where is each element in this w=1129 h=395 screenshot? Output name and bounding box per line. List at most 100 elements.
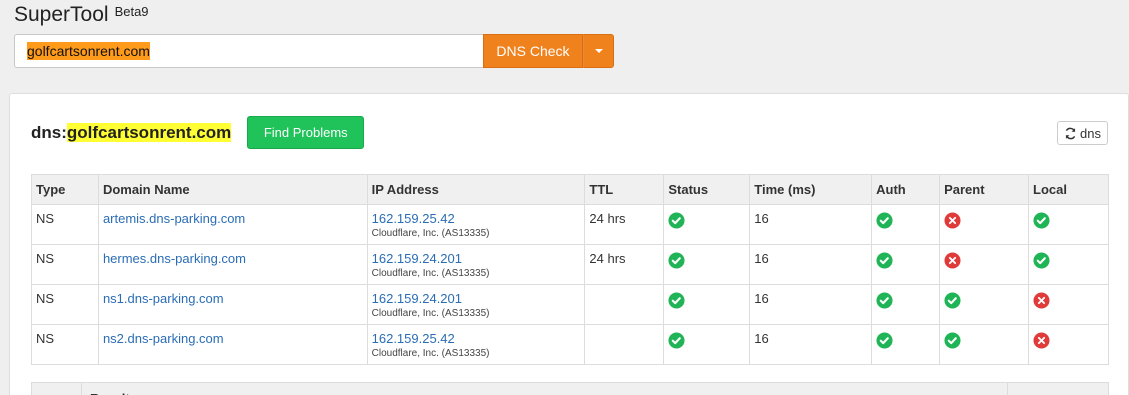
table-header-row: Type Domain Name IP Address TTL Status T… xyxy=(31,174,1109,205)
domain-cell: artemis.dns-parking.com xyxy=(97,204,368,245)
brand: SuperTool Beta9 xyxy=(14,2,149,28)
check-icon xyxy=(876,252,893,269)
time-cell: 16 xyxy=(749,324,873,365)
column-header: Domain Name xyxy=(97,174,368,205)
domain-link[interactable]: ns2.dns-parking.com xyxy=(103,331,224,346)
auth-cell xyxy=(871,204,941,245)
error-icon xyxy=(944,252,961,269)
status-cell xyxy=(663,244,751,285)
check-icon xyxy=(876,212,893,229)
time-cell: 16 xyxy=(749,244,873,285)
search-bar: golfcartsonrent.com DNS Check xyxy=(14,34,614,68)
dns-domain: golfcartsonrent.com xyxy=(66,122,232,142)
table-row: NS artemis.dns-parking.com 162.159.25.42… xyxy=(31,204,1109,245)
check-icon xyxy=(1033,252,1050,269)
ip-cell: 162.159.24.201 Cloudflare, Inc. (AS13335) xyxy=(366,284,586,325)
parent-cell xyxy=(939,244,1029,285)
record-type: NS xyxy=(31,244,99,285)
auth-cell xyxy=(871,324,941,365)
check-icon xyxy=(668,332,685,349)
local-cell xyxy=(1028,204,1109,245)
table-row: NS ns2.dns-parking.com 162.159.25.42 Clou… xyxy=(31,324,1109,365)
local-cell xyxy=(1028,284,1109,325)
auth-cell xyxy=(871,284,941,325)
check-icon xyxy=(668,212,685,229)
ip-link[interactable]: 162.159.24.201 xyxy=(372,251,462,266)
panel-header: dns:golfcartsonrent.com Find Problems xyxy=(31,116,365,149)
status-cell xyxy=(663,204,751,245)
results-column-blank xyxy=(32,383,82,395)
domain-link[interactable]: hermes.dns-parking.com xyxy=(103,251,246,266)
results-column-blank xyxy=(1008,383,1108,395)
column-header: Type xyxy=(31,174,99,205)
record-type: NS xyxy=(31,324,99,365)
domain-link[interactable]: artemis.dns-parking.com xyxy=(103,211,245,226)
column-header: TTL xyxy=(584,174,665,205)
version-badge: Beta9 xyxy=(114,4,149,19)
local-cell xyxy=(1028,244,1109,285)
status-cell xyxy=(663,324,751,365)
app-title: SuperTool xyxy=(14,3,109,26)
check-icon xyxy=(876,292,893,309)
error-icon xyxy=(1033,332,1050,349)
column-header: Parent xyxy=(939,174,1029,205)
record-type: NS xyxy=(31,284,99,325)
time-cell: 16 xyxy=(749,204,873,245)
column-header: IP Address xyxy=(366,174,586,205)
results-table-header: Result xyxy=(31,382,1109,395)
time-cell: 16 xyxy=(749,284,873,325)
domain-input[interactable]: golfcartsonrent.com xyxy=(14,34,483,68)
asn-label: Cloudflare, Inc. (AS13335) xyxy=(371,348,490,359)
ip-link[interactable]: 162.159.25.42 xyxy=(372,331,455,346)
error-icon xyxy=(1033,292,1050,309)
column-header: Time (ms) xyxy=(749,174,873,205)
parent-cell xyxy=(939,324,1029,365)
table-row: NS ns1.dns-parking.com 162.159.24.201 Clo… xyxy=(31,284,1109,325)
local-cell xyxy=(1028,324,1109,365)
asn-label: Cloudflare, Inc. (AS13335) xyxy=(371,308,490,319)
ip-cell: 162.159.24.201 Cloudflare, Inc. (AS13335) xyxy=(366,244,586,285)
ip-cell: 162.159.25.42 Cloudflare, Inc. (AS13335) xyxy=(366,204,586,245)
asn-label: Cloudflare, Inc. (AS13335) xyxy=(371,228,490,239)
check-icon xyxy=(944,292,961,309)
domain-cell: hermes.dns-parking.com xyxy=(97,244,368,285)
column-header: Local xyxy=(1028,174,1109,205)
column-header: Auth xyxy=(871,174,941,205)
asn-label: Cloudflare, Inc. (AS13335) xyxy=(371,268,490,279)
dns-records-table: Type Domain Name IP Address TTL Status T… xyxy=(31,174,1109,365)
column-header: Status xyxy=(663,174,751,205)
caret-down-icon xyxy=(594,49,603,53)
domain-link[interactable]: ns1.dns-parking.com xyxy=(103,291,224,306)
domain-input-value: golfcartsonrent.com xyxy=(27,42,150,60)
find-problems-button[interactable]: Find Problems xyxy=(247,116,365,149)
parent-cell xyxy=(939,204,1029,245)
domain-cell: ns1.dns-parking.com xyxy=(97,284,368,325)
ttl-cell xyxy=(584,284,665,325)
ip-cell: 162.159.25.42 Cloudflare, Inc. (AS13335) xyxy=(366,324,586,365)
results-column-header: Result xyxy=(82,383,1008,395)
refresh-icon xyxy=(1065,127,1076,139)
results-panel: dns:golfcartsonrent.com Find Problems dn… xyxy=(9,93,1129,395)
record-type: NS xyxy=(31,204,99,245)
check-icon xyxy=(1033,212,1050,229)
check-icon xyxy=(668,252,685,269)
check-icon xyxy=(668,292,685,309)
check-icon xyxy=(944,332,961,349)
refresh-dns-button[interactable]: dns xyxy=(1057,121,1108,145)
ttl-cell xyxy=(584,324,665,365)
refresh-label: dns xyxy=(1080,125,1101,141)
ip-link[interactable]: 162.159.24.201 xyxy=(372,291,462,306)
parent-cell xyxy=(939,284,1029,325)
dns-check-button[interactable]: DNS Check xyxy=(483,34,583,68)
panel-title: dns:golfcartsonrent.com xyxy=(31,122,232,143)
table-row: NS hermes.dns-parking.com 162.159.24.201… xyxy=(31,244,1109,285)
ip-link[interactable]: 162.159.25.42 xyxy=(372,211,455,226)
dns-prefix: dns: xyxy=(31,122,67,142)
auth-cell xyxy=(871,244,941,285)
ttl-cell: 24 hrs xyxy=(584,204,665,245)
error-icon xyxy=(944,212,961,229)
domain-cell: ns2.dns-parking.com xyxy=(97,324,368,365)
check-icon xyxy=(876,332,893,349)
ttl-cell: 24 hrs xyxy=(584,244,665,285)
dns-check-dropdown-button[interactable] xyxy=(583,34,614,68)
